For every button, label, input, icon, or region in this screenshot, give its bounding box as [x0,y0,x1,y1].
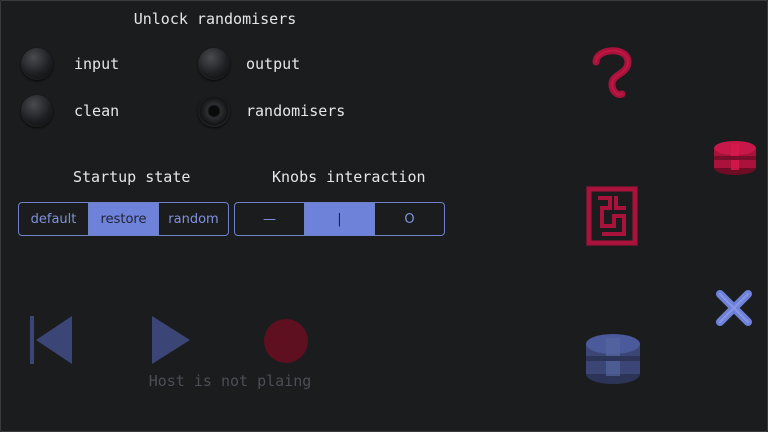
startup-restore-option[interactable]: restore [89,203,159,235]
play-icon[interactable] [150,314,192,366]
unlock-randomisers-title: Unlock randomisers [133,10,297,28]
knobs-vertical-option[interactable]: | [305,203,375,235]
stack-icon[interactable] [712,138,758,178]
close-icon[interactable] [714,288,754,328]
rewind-icon[interactable] [28,314,76,366]
maze-icon[interactable] [586,186,638,246]
toggle-randomisers-led[interactable] [198,95,230,127]
toggle-input-label[interactable]: input [74,55,119,73]
knobs-horizontal-option[interactable]: — [235,203,305,235]
startup-default-option[interactable]: default [19,203,89,235]
startup-state-selector: default restore random [18,202,229,236]
host-status-text: Host is not plaing [148,372,312,390]
toggle-randomisers-label[interactable]: randomisers [246,102,345,120]
record-icon[interactable] [262,317,310,365]
toggle-output-label[interactable]: output [246,55,300,73]
toggle-output-led[interactable] [198,48,230,80]
knobs-interaction-selector: — | O [234,202,445,236]
cylinder-icon[interactable] [584,330,642,386]
toggle-clean-label[interactable]: clean [74,102,119,120]
startup-random-option[interactable]: random [159,203,228,235]
toggle-clean-led[interactable] [21,95,53,127]
toggle-input-led[interactable] [21,48,53,80]
knobs-interaction-title: Knobs interaction [272,168,426,186]
startup-state-title: Startup state [73,168,191,186]
help-icon[interactable] [586,40,638,106]
knobs-circular-option[interactable]: O [375,203,444,235]
